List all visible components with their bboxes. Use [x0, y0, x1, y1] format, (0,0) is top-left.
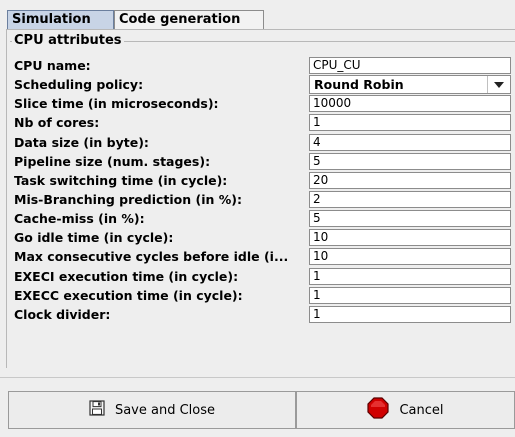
field-label: Mis-Branching prediction (in %):: [14, 191, 242, 207]
scheduling-policy-select[interactable]: Round Robin: [309, 75, 511, 95]
cancel-button[interactable]: Cancel: [296, 391, 515, 429]
stop-sign-icon: [367, 397, 390, 423]
field-label: Scheduling policy:: [14, 77, 144, 93]
task-switching-time-input[interactable]: 20: [309, 171, 511, 189]
execi-time-input[interactable]: 1: [309, 267, 511, 285]
max-consecutive-cycles-input[interactable]: 10: [309, 248, 511, 266]
tab-code-generation[interactable]: Code generation: [114, 10, 264, 29]
field-label: Go idle time (in cycle):: [14, 230, 174, 246]
execc-time-input[interactable]: 1: [309, 286, 511, 304]
field-label: EXECI execution time (in cycle):: [14, 268, 239, 284]
field-label: Max consecutive cycles before idle (i...: [14, 249, 289, 265]
mis-branching-input[interactable]: 2: [309, 190, 511, 208]
group-title: CPU attributes: [12, 33, 124, 48]
slice-time-input[interactable]: 10000: [309, 95, 511, 113]
go-idle-time-input[interactable]: 10: [309, 229, 511, 247]
pipeline-size-input[interactable]: 5: [309, 152, 511, 170]
save-and-close-label: Save and Close: [114, 402, 216, 418]
field-label: Task switching time (in cycle):: [14, 172, 228, 188]
data-size-input[interactable]: 4: [309, 133, 511, 151]
chevron-down-icon[interactable]: [487, 76, 510, 94]
field-label: CPU name:: [14, 58, 91, 73]
tab-simulation[interactable]: Simulation: [7, 10, 114, 29]
field-label: Slice time (in microseconds):: [14, 96, 219, 112]
field-label: Pipeline size (num. stages):: [14, 153, 211, 169]
cache-miss-input[interactable]: 5: [309, 210, 511, 228]
field-label: EXECC execution time (in cycle):: [14, 287, 243, 303]
save-and-close-button[interactable]: Save and Close: [8, 391, 296, 429]
select-value: Round Robin: [314, 77, 404, 93]
cancel-label: Cancel: [399, 402, 444, 418]
field-label: Clock divider:: [14, 306, 111, 322]
clock-divider-input[interactable]: 1: [309, 305, 511, 323]
field-label: Nb of cores:: [14, 115, 100, 131]
cpu-name-input[interactable]: CPU_CU: [309, 57, 511, 74]
floppy-disk-icon: [89, 400, 105, 420]
field-label: Cache-miss (in %):: [14, 211, 145, 227]
nb-cores-input[interactable]: 1: [309, 114, 511, 132]
divider: [0, 377, 515, 378]
field-label: Data size (in byte):: [14, 134, 149, 150]
